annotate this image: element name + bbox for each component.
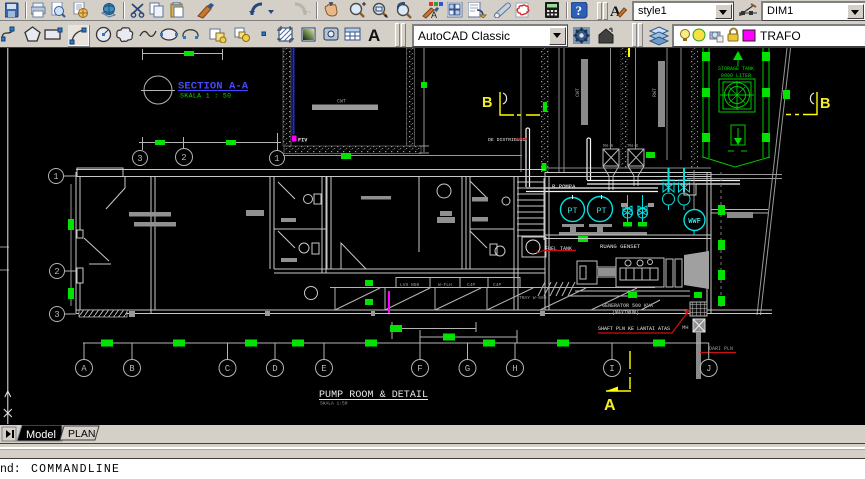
svg-text:3: 3: [137, 154, 142, 164]
svg-text:R.POMPA: R.POMPA: [552, 183, 576, 190]
svg-text:SHAFT PLN KE LANTAI ATAS: SHAFT PLN KE LANTAI ATAS: [598, 326, 670, 332]
svg-text:A: A: [368, 26, 380, 43]
svg-text:I: I: [609, 364, 614, 374]
svg-text:FIV: FIV: [298, 138, 308, 144]
svg-text:?: ?: [576, 3, 583, 18]
svg-text:(MAXIMUM): (MAXIMUM): [612, 310, 639, 316]
svg-text:LVS N50: LVS N50: [400, 282, 420, 288]
svg-text:SKALA 1:50: SKALA 1:50: [320, 401, 348, 407]
svg-text:FUEL TANK: FUEL TANK: [545, 246, 572, 252]
svg-text:1: 1: [274, 154, 279, 164]
svg-text:C: C: [225, 364, 231, 374]
svg-text:MH-B: MH-B: [628, 145, 639, 149]
svg-text:3: 3: [54, 310, 59, 320]
svg-text:GENERATOR 500 KVA: GENERATOR 500 KVA: [602, 303, 653, 309]
svg-text:2: 2: [54, 267, 59, 277]
svg-text:TRAY W-600: TRAY W-600: [519, 295, 547, 301]
svg-text:Model: Model: [26, 429, 56, 441]
svg-text:CWT: CWT: [575, 88, 581, 97]
svg-text:G: G: [465, 364, 470, 374]
svg-text:A: A: [604, 397, 616, 414]
svg-text:E: E: [321, 364, 326, 374]
svg-text:WWF: WWF: [688, 218, 701, 226]
svg-text:B: B: [820, 96, 830, 112]
svg-text:CWT: CWT: [337, 99, 346, 105]
svg-text:8000 LITER: 8000 LITER: [721, 73, 751, 79]
svg-text:MH-B: MH-B: [603, 145, 614, 149]
svg-text:SKALA 1 : 50: SKALA 1 : 50: [180, 93, 231, 100]
svg-text:2: 2: [181, 153, 186, 163]
svg-text:B: B: [482, 95, 492, 111]
svg-text:PLAN: PLAN: [68, 428, 95, 440]
svg-text:W-FLH: W-FLH: [438, 282, 452, 288]
svg-text:PT: PT: [596, 206, 606, 216]
svg-text:C4P: C4P: [467, 282, 476, 288]
svg-text:F: F: [417, 364, 422, 374]
svg-text:DE DISTRIBUSI: DE DISTRIBUSI: [488, 137, 526, 143]
svg-text:A: A: [431, 10, 437, 19]
svg-text:1: 1: [53, 172, 58, 182]
svg-text:RWT: RWT: [652, 88, 658, 97]
svg-text:B: B: [129, 364, 135, 374]
svg-text:C4P: C4P: [493, 282, 502, 288]
svg-text:STORAGE TANK: STORAGE TANK: [718, 66, 754, 72]
svg-text:A: A: [81, 364, 87, 374]
svg-text:PT: PT: [567, 206, 577, 216]
svg-text:D: D: [272, 364, 277, 374]
svg-text:RUANG GENSET: RUANG GENSET: [600, 243, 641, 250]
svg-text:H: H: [512, 364, 517, 374]
svg-text:J: J: [706, 364, 711, 374]
svg-text:MH: MH: [682, 324, 689, 331]
svg-text:DARI PLN: DARI PLN: [709, 346, 733, 352]
